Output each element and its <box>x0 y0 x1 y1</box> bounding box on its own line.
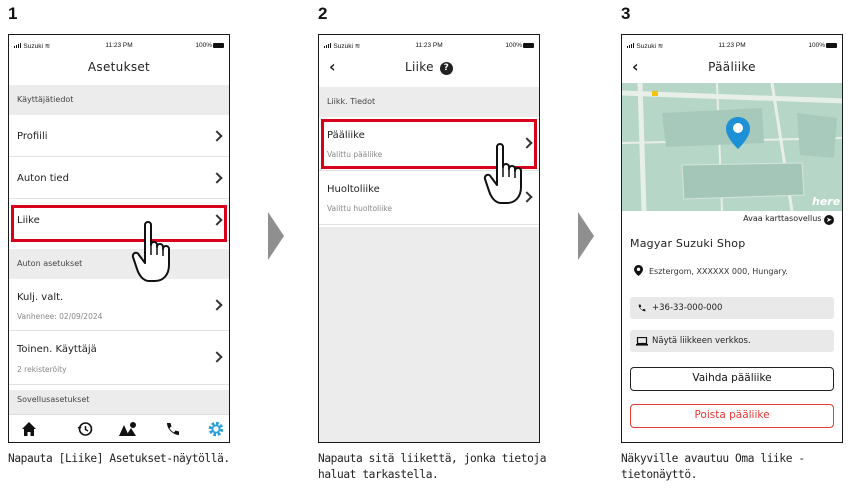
highlight-box <box>11 205 227 242</box>
battery-indicator: 100% <box>505 42 534 49</box>
caption-step-1: Napauta [Liike] Asetukset-näytöllä. <box>8 452 230 465</box>
empty-area <box>319 227 539 442</box>
tap-hand-icon <box>131 221 170 282</box>
section-dealer-info: Liikk. Tiedot <box>319 87 539 117</box>
section-label: Auton asetukset <box>17 259 83 268</box>
row-label: Profiili <box>17 131 48 142</box>
website-text: Näytä liikkeen verkkos. <box>652 336 751 346</box>
section-car-settings: Auton asetukset <box>9 249 229 279</box>
battery-indicator: 100% <box>808 42 837 49</box>
map-logo: here <box>812 195 841 208</box>
page-title-text: Liike <box>405 60 434 74</box>
row-car-info[interactable]: Auton tied <box>9 157 229 199</box>
nav-bar: ‹ Pääliike <box>622 53 842 83</box>
row-label: Huoltoliike <box>327 184 380 195</box>
section-user-info: Käyttäjätiedot <box>9 85 229 115</box>
row-label: Auton tied <box>17 173 69 184</box>
gear-icon[interactable] <box>207 420 225 438</box>
chevron-right-icon <box>211 172 223 184</box>
row-sublabel: 2 rekisteröity <box>17 365 67 374</box>
page-title: Pääliike <box>708 60 756 74</box>
battery-icon <box>523 42 534 48</box>
caption-step-2: Napauta sitä liikettä, jonka tietoja hal… <box>318 452 547 481</box>
status-bar: Suzuki ≋ 11:23 PM 100% <box>319 35 539 53</box>
dealer-map[interactable]: here <box>622 83 842 211</box>
battery-label: 100% <box>505 42 522 49</box>
caption-step-3: Näkyville avautuu Oma liike -tietonäyttö… <box>621 452 805 481</box>
phone-icon <box>638 304 646 312</box>
section-label: Käyttäjätiedot <box>17 95 74 104</box>
chevron-right-icon <box>211 351 223 363</box>
step-number-2: 2 <box>318 4 328 23</box>
row-sublabel: Valittu huoltoliike <box>327 204 392 213</box>
phone-screen-settings: Suzuki ≋ 11:23 PM 100% Asetukset Käyttäj… <box>8 34 230 443</box>
address-text: Esztergom, XXXXXX 000, Hungary. <box>649 267 788 276</box>
section-app-settings: Sovellusasetukset <box>9 390 229 416</box>
page-title: Liike ? <box>319 60 539 75</box>
row-sublabel: Vanhenee: 02/09/2024 <box>17 312 103 321</box>
phone-number-button[interactable]: +36-33-000-000 <box>630 297 834 319</box>
status-bar: Suzuki ≋ 11:23 PM 100% <box>9 35 229 53</box>
remove-dealer-button[interactable]: Poista pääliike <box>630 404 834 428</box>
phone-screen-dealer: Suzuki ≋ 11:23 PM 100% ‹ Liike ? Liikk. … <box>318 34 540 443</box>
website-button[interactable]: Näytä liikkeen verkkos. <box>630 330 834 352</box>
dealer-name: Magyar Suzuki Shop <box>630 237 746 250</box>
map-icon[interactable] <box>118 420 140 438</box>
phone-icon[interactable] <box>164 420 182 438</box>
history-icon[interactable] <box>76 420 94 438</box>
phone-number-text: +36-33-000-000 <box>652 303 723 313</box>
address-row: Esztergom, XXXXXX 000, Hungary. <box>634 265 788 276</box>
location-marker-icon <box>634 265 643 276</box>
change-dealer-button[interactable]: Vaihda pääliike <box>630 367 834 391</box>
status-bar: Suzuki ≋ 11:23 PM 100% <box>622 35 842 53</box>
step-arrow-1 <box>268 212 284 260</box>
step-arrow-2 <box>578 212 594 260</box>
open-map-label: Avaa karttasovellus <box>743 214 822 223</box>
open-map-link[interactable]: Avaa karttasovellus ➤ <box>743 214 834 225</box>
tap-hand-icon <box>483 143 522 204</box>
row-driver[interactable]: Kulj. valt. Vanhenee: 02/09/2024 <box>9 279 229 331</box>
chevron-right-icon <box>211 130 223 142</box>
phone-screen-main-dealer: Suzuki ≋ 11:23 PM 100% ‹ Pääliike here A… <box>621 34 843 443</box>
arrow-circle-icon: ➤ <box>824 215 834 225</box>
battery-label: 100% <box>808 42 825 49</box>
step-number-1: 1 <box>8 4 18 23</box>
home-icon[interactable] <box>20 420 38 438</box>
row-label: Toinen. Käyttäjä <box>17 344 97 355</box>
battery-indicator: 100% <box>195 42 224 49</box>
battery-icon <box>826 42 837 48</box>
tab-bar <box>9 414 229 442</box>
battery-label: 100% <box>195 42 212 49</box>
map-graphic: here <box>622 83 842 211</box>
section-label: Liikk. Tiedot <box>327 97 376 106</box>
page-title: Asetukset <box>87 60 151 74</box>
nav-bar: Asetukset <box>9 53 229 83</box>
row-second-user[interactable]: Toinen. Käyttäjä 2 rekisteröity <box>9 331 229 385</box>
battery-icon <box>213 42 224 48</box>
row-label: Kulj. valt. <box>17 292 64 303</box>
section-label: Sovellusasetukset <box>17 395 90 404</box>
nav-bar: ‹ Liike ? <box>319 53 539 83</box>
help-icon[interactable]: ? <box>439 62 453 75</box>
laptop-icon <box>636 337 648 346</box>
row-profile[interactable]: Profiili <box>9 115 229 157</box>
step-number-3: 3 <box>621 4 631 23</box>
chevron-right-icon <box>211 299 223 311</box>
